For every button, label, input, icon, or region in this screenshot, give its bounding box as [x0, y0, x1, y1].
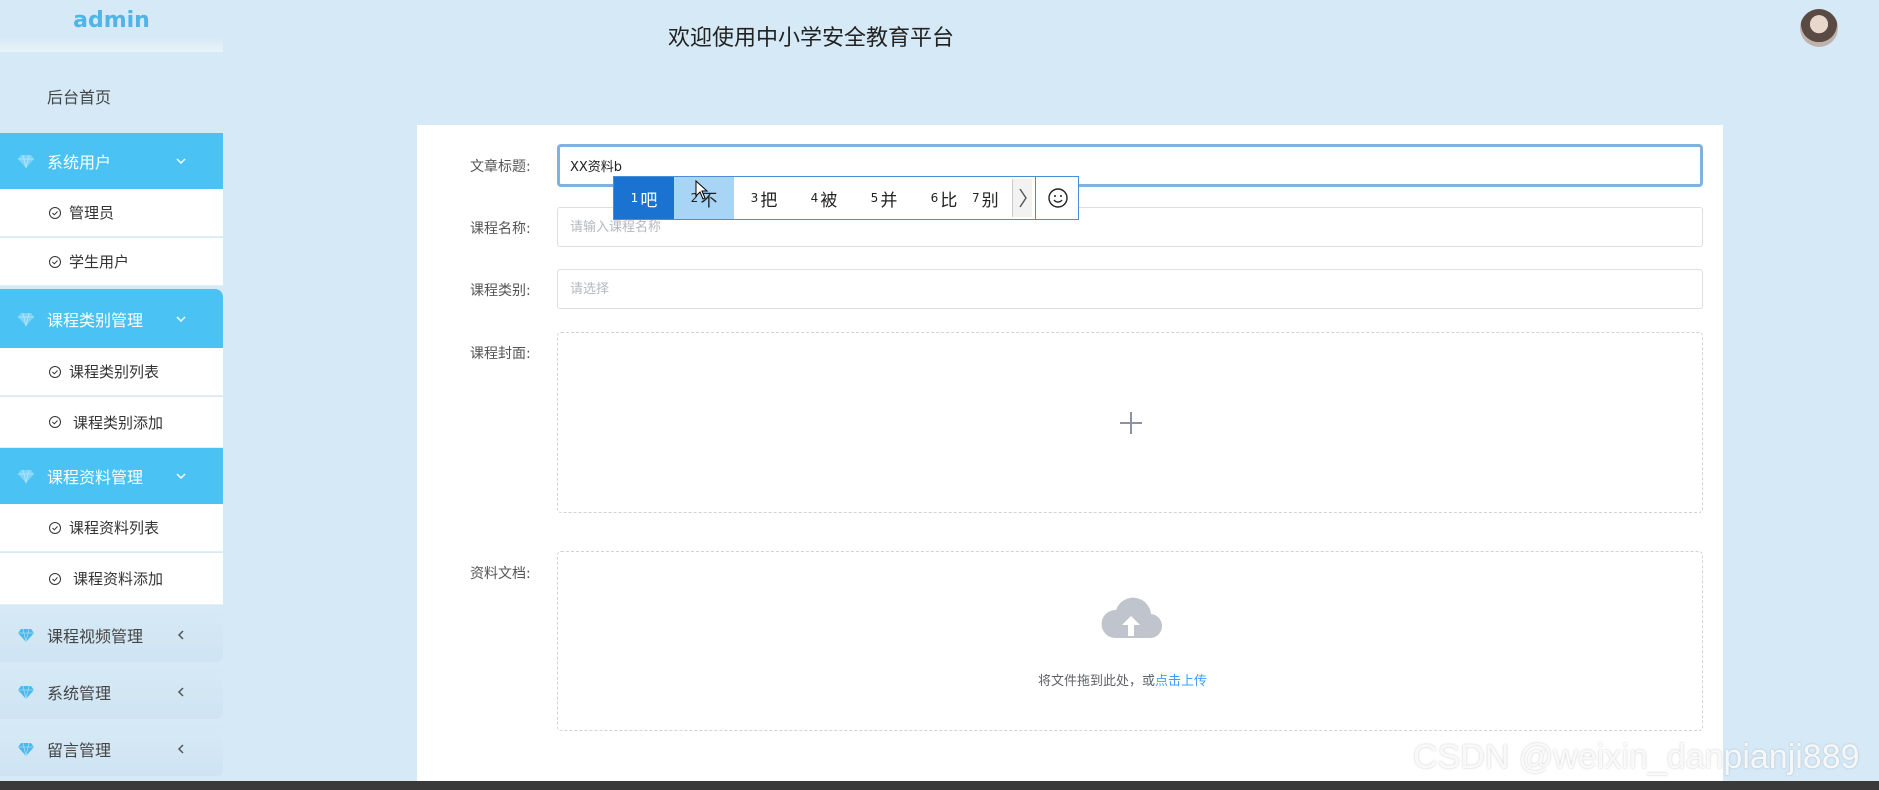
- document-label: 资料文档:: [470, 566, 531, 582]
- category-label: 课程类别:: [470, 283, 531, 299]
- chevron-down-icon: [176, 473, 186, 480]
- sidebar-group-label: 课程资料管理: [47, 468, 144, 487]
- check-circle-icon: [49, 521, 61, 534]
- sidebar-item-label: 课程资料列表: [69, 519, 160, 537]
- drop-hint: 将文件拖到此处，或点击上传: [1038, 670, 1207, 689]
- title-label: 文章标题:: [470, 159, 531, 175]
- sidebar-item-material-add[interactable]: 课程资料添加: [0, 553, 223, 605]
- sidebar-item-admins[interactable]: 管理员: [0, 189, 223, 237]
- ime-candidate-char: 被: [820, 190, 838, 211]
- sidebar: admin 后台首页 系统用户 管理员 学生用户 课程类别管理 课程类别列表 课…: [0, 0, 223, 782]
- ime-emoji-button[interactable]: [1035, 177, 1079, 219]
- ime-candidate-number: 5: [870, 191, 879, 205]
- ime-candidate-char: 把: [760, 190, 778, 211]
- sidebar-item-material-list[interactable]: 课程资料列表: [0, 504, 223, 552]
- ime-candidate-char: 别: [981, 190, 999, 211]
- sidebar-group-system-users[interactable]: 系统用户: [0, 133, 223, 189]
- drop-hint-text: 将文件拖到此处，或: [1038, 674, 1156, 689]
- sidebar-item-label: 管理员: [69, 204, 115, 222]
- diamond-icon: [18, 154, 34, 169]
- mouse-cursor-icon: [695, 180, 709, 200]
- sidebar-item-students[interactable]: 学生用户: [0, 238, 223, 286]
- brand-logo: admin: [0, 0, 223, 52]
- chevron-left-icon: [177, 629, 184, 640]
- click-upload-link[interactable]: 点击上传: [1155, 674, 1207, 689]
- sidebar-group-course-material[interactable]: 课程资料管理: [0, 448, 223, 504]
- watermark: CSDN @weixin_danpianji889: [1413, 738, 1860, 776]
- ime-candidate[interactable]: 4被: [794, 177, 854, 219]
- ime-candidate[interactable]: 3把: [734, 177, 794, 219]
- check-circle-icon: [49, 255, 61, 268]
- ime-candidate[interactable]: 1吧: [614, 177, 674, 219]
- check-circle-icon: [49, 572, 61, 585]
- sidebar-group-system-management[interactable]: 系统管理: [0, 664, 223, 719]
- ime-candidate-number: 3: [750, 191, 759, 205]
- diamond-icon: [18, 628, 34, 642]
- ime-candidate-number: 4: [810, 191, 819, 205]
- sidebar-item-label: 课程类别添加: [73, 413, 164, 432]
- sidebar-group-course-category[interactable]: 课程类别管理: [0, 289, 223, 348]
- chevron-down-icon: [176, 158, 186, 165]
- sidebar-group-label: 系统管理: [47, 683, 112, 703]
- page-title: 欢迎使用中小学安全教育平台: [668, 26, 955, 51]
- sidebar-item-label: 后台首页: [47, 88, 112, 107]
- bottom-bar: [0, 781, 1879, 790]
- check-circle-icon: [49, 365, 61, 378]
- check-circle-icon: [49, 416, 61, 428]
- cloud-upload-icon: [1101, 597, 1163, 639]
- course-name-label: 课程名称:: [470, 221, 531, 237]
- diamond-icon: [18, 469, 34, 484]
- ime-candidate-char: 比: [940, 190, 958, 211]
- ime-candidate-char: 吧: [640, 190, 658, 211]
- ime-candidate-number: 1: [630, 191, 639, 205]
- ime-candidate-bar: 1吧 2不 3把 4被 5并 6比 7别: [613, 176, 1079, 220]
- ime-candidate[interactable]: 6比: [914, 177, 974, 219]
- sidebar-group-label: 系统用户: [47, 153, 112, 172]
- chevron-left-icon: [177, 743, 184, 754]
- sidebar-item-category-list[interactable]: 课程类别列表: [0, 348, 223, 396]
- diamond-icon: [18, 685, 34, 699]
- ime-candidate-number: 6: [930, 191, 939, 205]
- sidebar-group-course-video[interactable]: 课程视频管理: [0, 607, 223, 662]
- chevron-left-icon: [177, 686, 184, 697]
- ime-candidate-char: 并: [880, 190, 898, 211]
- chevron-right-icon: [1018, 188, 1027, 208]
- chevron-down-icon: [176, 315, 186, 322]
- sidebar-group-label: 课程视频管理: [47, 626, 144, 646]
- sidebar-group-label: 留言管理: [47, 740, 112, 760]
- sidebar-item-home[interactable]: 后台首页: [0, 72, 223, 120]
- category-select[interactable]: [557, 269, 1703, 309]
- diamond-icon: [18, 742, 34, 756]
- sidebar-item-label: 学生用户: [69, 253, 130, 271]
- avatar[interactable]: [1800, 9, 1838, 47]
- cover-label: 课程封面:: [470, 346, 531, 362]
- ime-next-page-button[interactable]: [1012, 179, 1032, 217]
- sidebar-item-category-add[interactable]: 课程类别添加: [0, 397, 223, 448]
- check-circle-icon: [49, 206, 61, 219]
- smiley-icon: [1047, 188, 1068, 208]
- plus-icon: [1120, 412, 1142, 434]
- ime-candidate[interactable]: 7别: [966, 177, 1012, 219]
- sidebar-item-label: 课程资料添加: [73, 570, 164, 588]
- diamond-icon: [18, 312, 34, 326]
- sidebar-group-label: 课程类别管理: [47, 310, 144, 330]
- ime-candidate[interactable]: 5并: [854, 177, 914, 219]
- sidebar-group-message-management[interactable]: 留言管理: [0, 721, 223, 776]
- sidebar-item-label: 课程类别列表: [69, 363, 160, 381]
- ime-candidate-number: 7: [972, 191, 980, 205]
